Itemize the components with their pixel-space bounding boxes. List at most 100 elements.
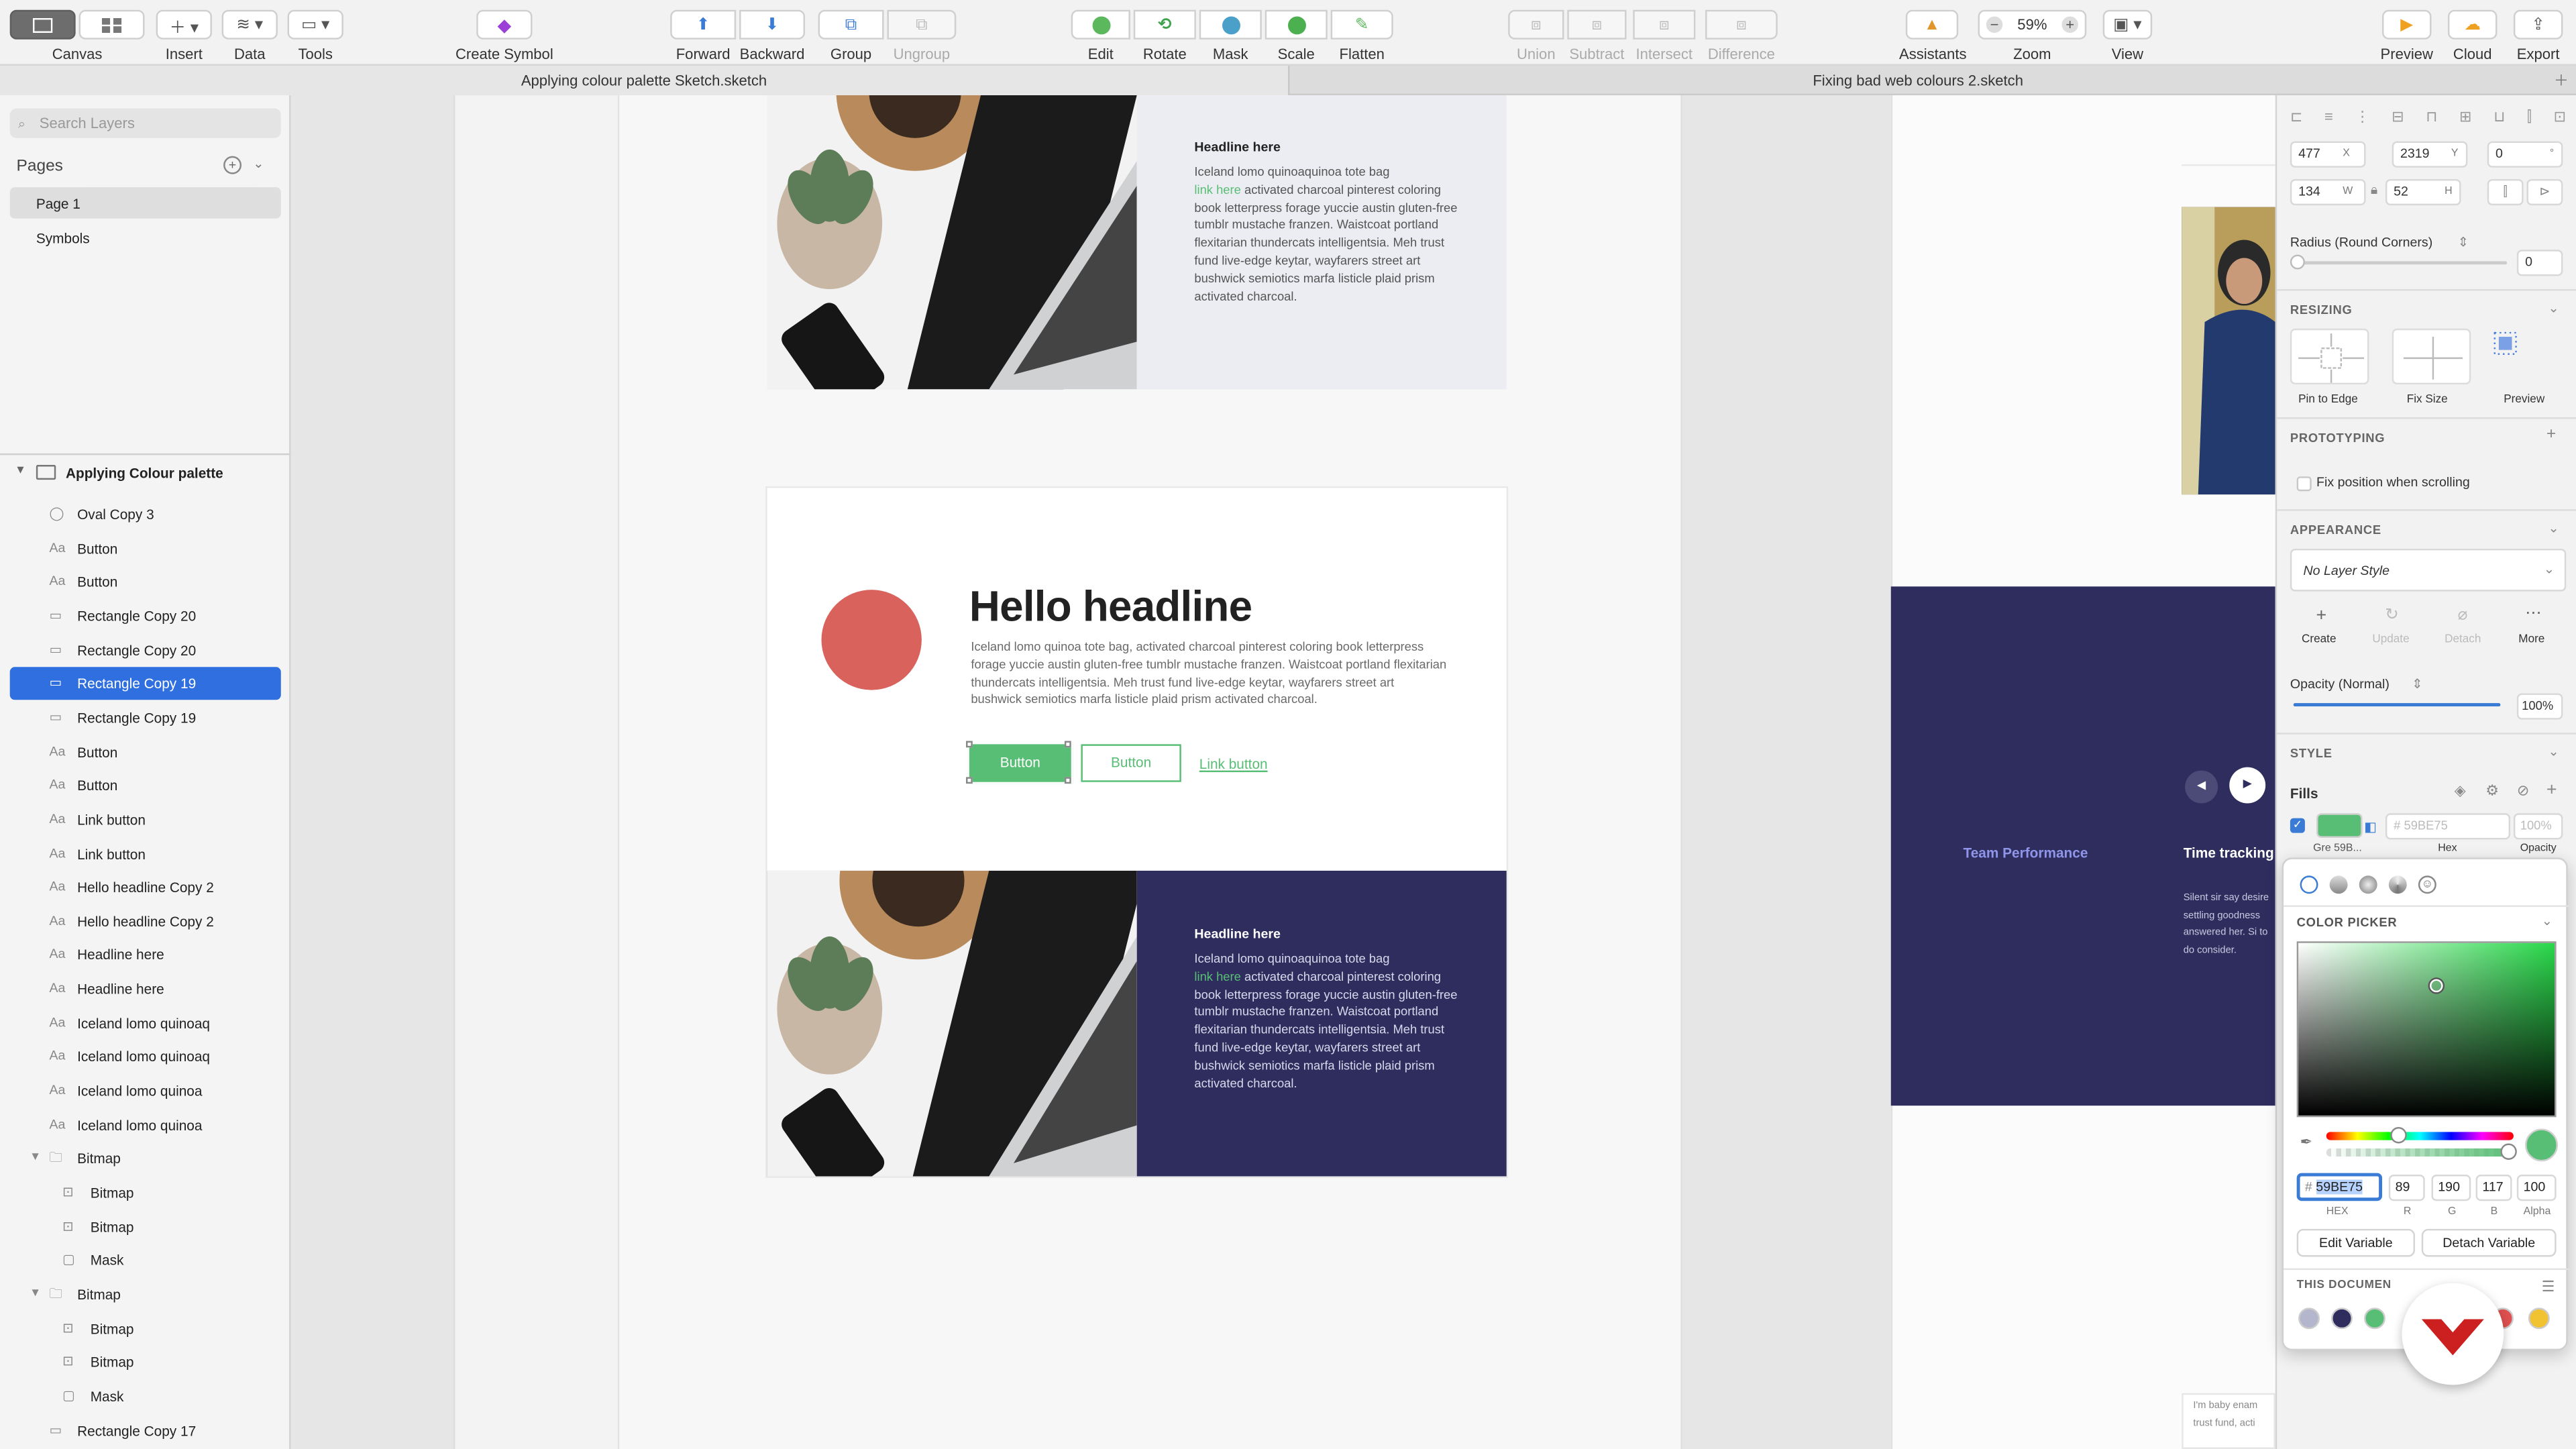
layer-row[interactable]: Aa Iceland lomo quinoaq (0, 1040, 290, 1073)
card-body-text[interactable]: Iceland lomo quinoaquinoa tote bag link h… (1194, 164, 1460, 307)
layer-row[interactable]: ▢ Mask (0, 1244, 290, 1277)
backward-button[interactable]: ⬇ Backward (739, 9, 806, 62)
layer-row[interactable]: ▼ 🗀︎ Bitmap (0, 1142, 290, 1175)
distribute-icon[interactable]: ⊟ (2392, 109, 2404, 131)
layer-row[interactable]: Aa Iceland lomo quinoaq (0, 1007, 290, 1040)
fill-hex-field[interactable]: # 59BE75 (2385, 813, 2511, 840)
layer-row[interactable]: Aa Button (0, 566, 290, 598)
layer-row[interactable]: Aa Iceland lomo quinoa (0, 1075, 290, 1108)
page-item-symbols[interactable]: Symbols (36, 230, 90, 246)
navy-card-body[interactable]: Iceland lomo quinoaquinoa tote bag link h… (1194, 951, 1460, 1093)
radius-slider-track[interactable] (2293, 261, 2508, 265)
prev-arrow-icon[interactable]: ◀ (2185, 770, 2218, 804)
disclosure-triangle-icon[interactable]: ▼ (15, 465, 26, 476)
align-right-icon[interactable]: ⋮ (2355, 109, 2369, 131)
layer-row[interactable]: ▭ Rectangle Copy 20 (0, 600, 290, 633)
green-input[interactable]: 190 (2431, 1175, 2471, 1201)
layer-row[interactable]: Aa Button (0, 769, 290, 802)
linear-gradient-icon[interactable] (2329, 875, 2348, 894)
swatch-5[interactable] (2528, 1307, 2550, 1330)
hue-slider[interactable] (2326, 1128, 2514, 1142)
side-paragraph[interactable]: Silent sir say desire settling goodness … (2184, 890, 2275, 969)
primary-button[interactable]: Button (967, 742, 1073, 784)
union-button[interactable]: ⧈ Union (1508, 9, 1564, 62)
blue-input[interactable]: 117 (2475, 1175, 2512, 1201)
top-card[interactable]: Headline here Iceland lomo quinoaquinoa … (767, 95, 1507, 390)
image-fill-icon[interactable]: ☺ (2418, 875, 2436, 894)
navy-card[interactable]: Headline here Iceland lomo quinoaquinoa … (767, 870, 1507, 1177)
chevron-down-icon[interactable]: ⌄ (2548, 521, 2559, 535)
update-style-icon[interactable]: ↻ (2381, 606, 2404, 625)
red-input[interactable]: 89 (2388, 1175, 2425, 1201)
layer-row[interactable]: ⊡ Bitmap (0, 1176, 290, 1209)
difference-button[interactable]: ⧈ Difference (1705, 9, 1778, 62)
zoom-in-icon[interactable]: + (2061, 16, 2078, 33)
detach-style-icon[interactable]: ⌀ (2451, 606, 2474, 625)
selection-handle[interactable] (966, 741, 973, 748)
chevron-down-icon[interactable]: ⌄ (2542, 914, 2553, 928)
alpha-input[interactable]: 100 (2516, 1175, 2557, 1201)
color-field-handle[interactable] (2430, 979, 2443, 993)
card-link[interactable]: link here (1194, 182, 1240, 197)
zoom-control[interactable]: − 59% + Zoom (1978, 9, 2087, 62)
layer-row[interactable]: ▢ Mask (0, 1380, 290, 1413)
zoom-out-icon[interactable]: − (1986, 16, 2003, 33)
align-bottom-icon[interactable]: ⊔ (2493, 109, 2505, 131)
fill-link-icon[interactable]: ⊘ (2517, 782, 2529, 800)
rotate-button[interactable]: ⟲ Rotate (1133, 9, 1196, 62)
solid-fill-icon[interactable] (2300, 875, 2318, 894)
preview-button[interactable]: ▶ Preview (2379, 9, 2434, 62)
hello-body[interactable]: Iceland lomo quinoa tote bag, activated … (971, 639, 1447, 710)
x-position-field[interactable]: 477 (2290, 141, 2366, 168)
canvas-tool[interactable]: Canvas (9, 9, 145, 62)
canvas[interactable]: Headline here Iceland lomo quinoaquinoa … (290, 95, 2275, 1449)
more-align-icon[interactable]: ⊡ (2554, 109, 2566, 131)
align-center-icon[interactable]: ≡ (2324, 109, 2333, 131)
hue-slider-handle[interactable] (2392, 1128, 2406, 1142)
layer-row[interactable]: Aa Button (0, 735, 290, 768)
layer-row[interactable]: ⊡ Bitmap (0, 1210, 290, 1243)
view-button[interactable]: ▣ ▾ View (2102, 9, 2153, 62)
disclosure-triangle-icon[interactable]: ▼ (30, 1278, 41, 1311)
create-symbol-button[interactable]: ◆ Create Symbol (447, 9, 561, 62)
tab-applying-colour-palette[interactable]: Applying colour palette Sketch.sketch (0, 65, 1289, 96)
alpha-slider-handle[interactable] (2502, 1144, 2516, 1159)
layer-row[interactable]: Aa Button (0, 532, 290, 565)
add-prototyping-icon[interactable]: + (2546, 425, 2556, 443)
add-fill-icon[interactable]: + (2546, 780, 2557, 800)
layer-row[interactable]: ▭ Rectangle Copy 17 (0, 1413, 290, 1446)
ungroup-button[interactable]: ⧉ Ungroup (887, 9, 957, 62)
hello-headline[interactable]: Hello headline (969, 582, 1252, 633)
layer-row[interactable]: ▭ Rectangle Copy 19 (0, 701, 290, 734)
edit-variable-button[interactable]: Edit Variable (2296, 1228, 2416, 1257)
chevron-down-icon[interactable]: ⌄ (253, 156, 264, 171)
radial-gradient-icon[interactable] (2359, 875, 2377, 894)
detach-variable-button[interactable]: Detach Variable (2421, 1228, 2557, 1257)
layer-row[interactable]: ▼ 🗀︎ Bitmap (0, 1278, 290, 1311)
hex-input[interactable]: # 59BE75 (2296, 1173, 2383, 1201)
align-top-icon[interactable]: ⊓ (2426, 109, 2437, 131)
layer-row[interactable]: ▭ Rectangle Copy 19 (0, 667, 290, 700)
baby-paragraph[interactable]: I'm baby enam trust fund, acti (2182, 1393, 2275, 1449)
fill-settings-icon[interactable]: ⚙ (2485, 782, 2499, 800)
assistants-button[interactable]: ▲ Assistants (1899, 9, 1966, 62)
fill-variable-icon[interactable]: ◧ (2364, 820, 2377, 835)
chevron-down-icon[interactable]: ⌄ (2548, 744, 2559, 759)
card-headline[interactable]: Headline here (1194, 140, 1280, 154)
intersect-button[interactable]: ⧈ Intersect (1633, 9, 1696, 62)
mask-button[interactable]: Mask (1199, 9, 1262, 62)
radius-slider-handle[interactable] (2290, 254, 2305, 270)
grid-view-icon[interactable] (78, 9, 145, 40)
group-button[interactable]: ⧉ Group (818, 9, 884, 62)
fix-size-control[interactable] (2392, 328, 2471, 385)
cloud-button[interactable]: ☁ Cloud (2445, 9, 2500, 62)
opacity-stepper-icon[interactable]: ⇕ (2412, 677, 2422, 692)
flatten-button[interactable]: ✎ Flatten (1330, 9, 1393, 62)
lock-icon[interactable]: 🔒︎ (2371, 182, 2377, 199)
layer-row[interactable]: ▭ Rectangle Copy 20 (0, 633, 290, 666)
export-button[interactable]: ⇪ Export (2510, 9, 2566, 62)
align-middle-icon[interactable]: ⊞ (2459, 109, 2471, 131)
artboard-name[interactable]: Applying Colour palette (66, 465, 223, 481)
more-options-icon[interactable]: ⋯ (2522, 604, 2544, 623)
edit-button[interactable]: Edit (1071, 9, 1130, 62)
